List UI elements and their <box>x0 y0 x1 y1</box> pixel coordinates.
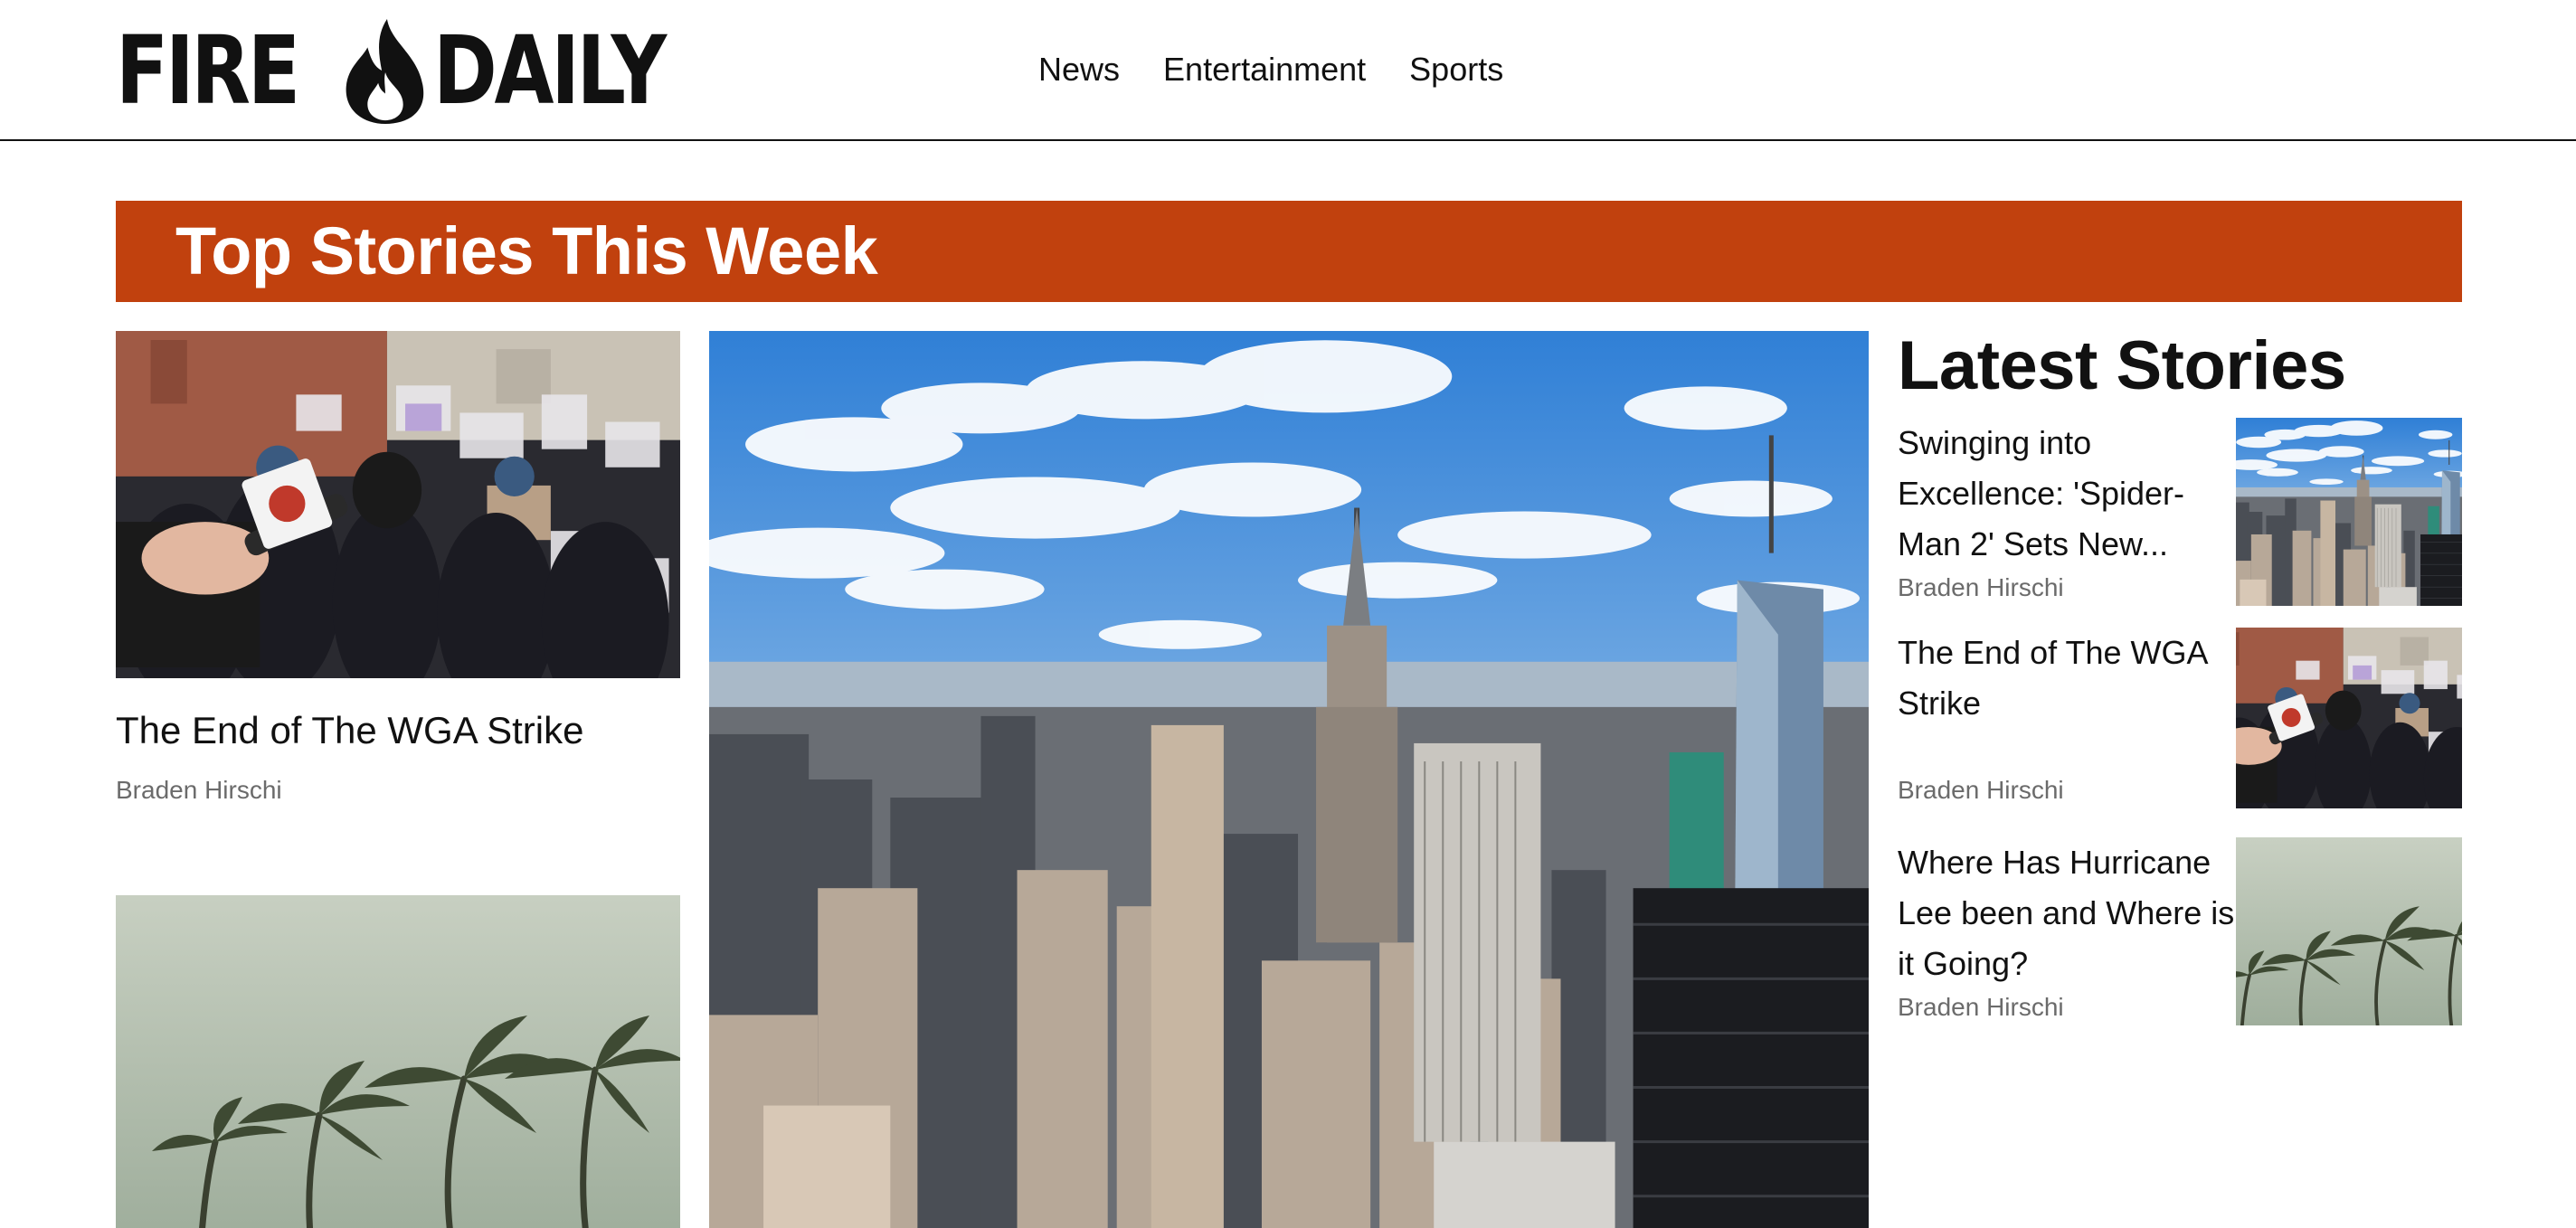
latest-story-title-hurricane[interactable]: Where Has Hurricane Lee been and Where i… <box>1898 837 2241 989</box>
logo-text-left: FIRE <box>116 15 300 126</box>
palm-trees-thumbnail <box>2236 837 2462 1025</box>
protest-microphone-thumbnail <box>2236 628 2462 808</box>
protest-microphone-image <box>116 331 680 678</box>
latest-story-author: Braden Hirschi <box>1898 776 2064 804</box>
site-header: FIRE DAILY News Entertainment Sports <box>0 0 2576 141</box>
nav-item-entertainment[interactable]: Entertainment <box>1163 47 1366 92</box>
latest-story-title-spiderman[interactable]: Swinging into Excellence: 'Spider-Man 2'… <box>1898 418 2241 570</box>
latest-thumb-wga[interactable] <box>2236 628 2462 808</box>
latest-thumb-spiderman[interactable] <box>2236 418 2462 606</box>
latest-thumb-hurricane[interactable] <box>2236 837 2462 1025</box>
story-image-hurricane[interactable] <box>116 895 680 1228</box>
main-nav: News Entertainment Sports <box>1038 47 1503 92</box>
site-logo[interactable]: FIRE DAILY <box>116 14 667 127</box>
story-author: Braden Hirschi <box>116 776 282 804</box>
new-york-skyline-image <box>709 331 1869 1228</box>
story-title-wga-strike[interactable]: The End of The WGA Strike <box>116 705 583 756</box>
new-york-skyline-thumbnail <box>2236 418 2462 606</box>
palm-trees-storm-image <box>116 895 680 1228</box>
latest-stories-heading: Latest Stories <box>1898 327 2346 404</box>
logo-wrap: FIRE DAILY <box>116 14 715 127</box>
banner-title: Top Stories This Week <box>175 213 878 288</box>
logo-text-right: DAILY <box>432 15 667 126</box>
latest-story-author: Braden Hirschi <box>1898 573 2064 601</box>
flame-icon <box>346 18 424 124</box>
latest-story-author: Braden Hirschi <box>1898 993 2064 1021</box>
nav-item-news[interactable]: News <box>1038 47 1120 92</box>
featured-image[interactable] <box>709 331 1869 1228</box>
top-stories-banner: Top Stories This Week <box>116 201 2462 302</box>
nav-item-sports[interactable]: Sports <box>1409 47 1503 92</box>
latest-story-title-wga[interactable]: The End of The WGA Strike <box>1898 628 2241 729</box>
story-image-wga-strike[interactable] <box>116 331 680 678</box>
